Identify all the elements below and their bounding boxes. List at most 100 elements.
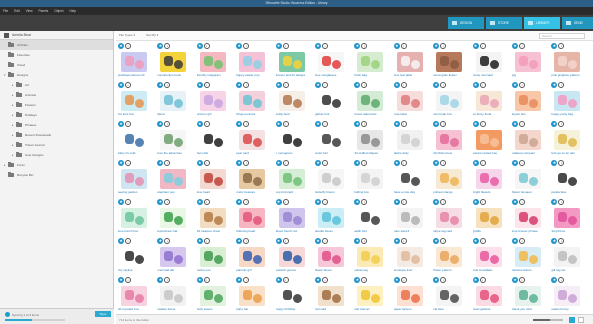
- design-thumbnail[interactable]: [160, 52, 187, 72]
- design-label[interactable]: unicorn girl: [197, 112, 233, 116]
- download-icon[interactable]: ↓: [519, 160, 525, 166]
- design-label[interactable]: 3d gift box: [551, 229, 587, 233]
- file-types-dropdown[interactable]: File Types ▾: [119, 33, 135, 37]
- download-icon[interactable]: ↓: [440, 121, 447, 127]
- design-tile[interactable]: ★ ↓ rainbow letters: [512, 237, 550, 276]
- favorite-star-icon[interactable]: ★: [196, 121, 203, 127]
- design-label[interactable]: fluttering heart: [236, 229, 272, 233]
- design-label[interactable]: forest watercolor: [354, 112, 390, 116]
- design-label[interactable]: cat face: [433, 307, 469, 311]
- design-thumbnail[interactable]: [475, 208, 502, 228]
- sidebar-item[interactable]: ▸ Fonts: [0, 160, 113, 170]
- download-icon[interactable]: ↓: [479, 121, 486, 127]
- design-thumbnail[interactable]: [475, 130, 502, 150]
- design-label[interactable]: teddy bear: [276, 112, 312, 116]
- design-label[interactable]: forever and for always: [276, 73, 312, 77]
- design-label[interactable]: script font: [315, 151, 351, 155]
- favorite-star-icon[interactable]: ★: [472, 277, 479, 283]
- favorite-star-icon[interactable]: ★: [472, 238, 479, 244]
- download-icon[interactable]: ↓: [164, 82, 171, 88]
- design-thumbnail[interactable]: [475, 247, 502, 267]
- design-label[interactable]: 3d cupcake box: [118, 307, 154, 311]
- download-icon[interactable]: ↓: [282, 43, 289, 49]
- design-tile[interactable]: ★ ↓ 3d ribbon bow: [433, 120, 471, 159]
- design-thumbnail[interactable]: [199, 52, 226, 72]
- design-thumbnail[interactable]: [396, 208, 423, 228]
- favorite-star-icon[interactable]: ★: [512, 238, 518, 244]
- design-tile[interactable]: ★ ↓ star banner: [354, 276, 392, 314]
- favorite-star-icon[interactable]: ★: [393, 121, 400, 127]
- design-label[interactable]: scallop frame: [157, 307, 193, 311]
- download-icon[interactable]: ↓: [479, 199, 486, 205]
- design-tile[interactable]: ★ ↓ unicorn girl: [196, 81, 235, 120]
- design-thumbnail[interactable]: [554, 130, 581, 150]
- download-icon[interactable]: ↓: [519, 82, 525, 88]
- design-thumbnail[interactable]: [239, 52, 266, 72]
- design-label[interactable]: star banner: [354, 307, 390, 311]
- sidebar-item[interactable]: ▸ Travel Journal: [0, 140, 113, 150]
- design-tile[interactable]: ★ ↓ aabb font: [354, 198, 392, 237]
- favorite-star-icon[interactable]: ★: [315, 160, 321, 166]
- design-label[interactable]: pretty mermaid: [473, 73, 509, 77]
- download-icon[interactable]: ↓: [361, 238, 368, 244]
- design-thumbnail[interactable]: [199, 286, 226, 306]
- favorite-star-icon[interactable]: ★: [157, 43, 164, 49]
- download-icon[interactable]: ↓: [125, 43, 131, 49]
- design-thumbnail[interactable]: [121, 208, 147, 228]
- favorite-star-icon[interactable]: ★: [275, 199, 282, 205]
- download-icon[interactable]: ↓: [322, 160, 328, 166]
- sidebar-item[interactable]: ▸ Holidays: [0, 110, 113, 120]
- download-icon[interactable]: ↓: [361, 43, 368, 49]
- favorite-star-icon[interactable]: ★: [551, 160, 558, 166]
- design-thumbnail[interactable]: [554, 247, 581, 267]
- design-thumbnail[interactable]: [199, 91, 226, 111]
- design-label[interactable]: easter bunny: [551, 307, 587, 311]
- download-icon[interactable]: ↓: [558, 160, 565, 166]
- favorite-star-icon[interactable]: ★: [393, 238, 400, 244]
- tab-store[interactable]: STORE: [486, 17, 522, 29]
- favorite-star-icon[interactable]: ★: [551, 43, 558, 49]
- favorite-star-icon[interactable]: ★: [393, 43, 400, 49]
- design-label[interactable]: 3d treasure chest: [197, 229, 233, 233]
- favorite-star-icon[interactable]: ★: [118, 277, 124, 283]
- design-label[interactable]: doodle boxes: [315, 229, 351, 233]
- design-label[interactable]: llama: [157, 112, 193, 116]
- design-thumbnail[interactable]: [121, 247, 147, 267]
- design-thumbnail[interactable]: [554, 52, 581, 72]
- design-thumbnail[interactable]: [160, 286, 187, 306]
- design-thumbnail[interactable]: [278, 247, 305, 267]
- design-tile[interactable]: ★ ↓ leprechaun hat: [157, 198, 195, 237]
- design-tile[interactable]: ★ ↓ panda face: [551, 159, 589, 198]
- design-thumbnail[interactable]: [278, 169, 305, 189]
- favorite-star-icon[interactable]: ★: [393, 160, 400, 166]
- menu-item[interactable]: Object: [54, 9, 63, 13]
- favorite-star-icon[interactable]: ★: [275, 277, 282, 283]
- download-icon[interactable]: ↓: [519, 121, 525, 127]
- design-thumbnail[interactable]: [121, 91, 147, 111]
- favorite-star-icon[interactable]: ★: [315, 277, 321, 283]
- design-tile[interactable]: ★ ↓ scallop frame: [157, 276, 195, 314]
- favorite-star-icon[interactable]: ★: [157, 160, 164, 166]
- download-icon[interactable]: ↓: [558, 82, 565, 88]
- favorite-star-icon[interactable]: ★: [512, 277, 518, 283]
- design-tile[interactable]: ★ ↓ flower pattern: [433, 237, 471, 276]
- favorite-star-icon[interactable]: ★: [275, 121, 282, 127]
- design-tile[interactable]: ★ ↓ layout box: [512, 81, 550, 120]
- design-tile[interactable]: ★ ↓ about french cut: [275, 198, 314, 237]
- design-tile[interactable]: ★ ↓ so fancy floral: [472, 81, 511, 120]
- download-icon[interactable]: ↓: [164, 121, 171, 127]
- design-label[interactable]: love forever phrase: [512, 229, 548, 233]
- design-label[interactable]: layout box: [512, 112, 548, 116]
- download-icon[interactable]: ↓: [558, 238, 565, 244]
- download-icon[interactable]: ↓: [322, 43, 328, 49]
- design-label[interactable]: owl card: [315, 307, 351, 311]
- design-tile[interactable]: ★ ↓ forever and for always: [275, 42, 314, 81]
- favorite-star-icon[interactable]: ★: [275, 160, 282, 166]
- download-icon[interactable]: ↓: [361, 160, 368, 166]
- design-label[interactable]: pig: [512, 73, 548, 77]
- design-label[interactable]: envelope liner: [394, 268, 430, 272]
- design-thumbnail[interactable]: [278, 286, 305, 306]
- design-tile[interactable]: ★ ↓ pear card: [236, 120, 274, 159]
- design-thumbnail[interactable]: [199, 130, 226, 150]
- design-tile[interactable]: ★ ↓ pink snowflake: [472, 237, 511, 276]
